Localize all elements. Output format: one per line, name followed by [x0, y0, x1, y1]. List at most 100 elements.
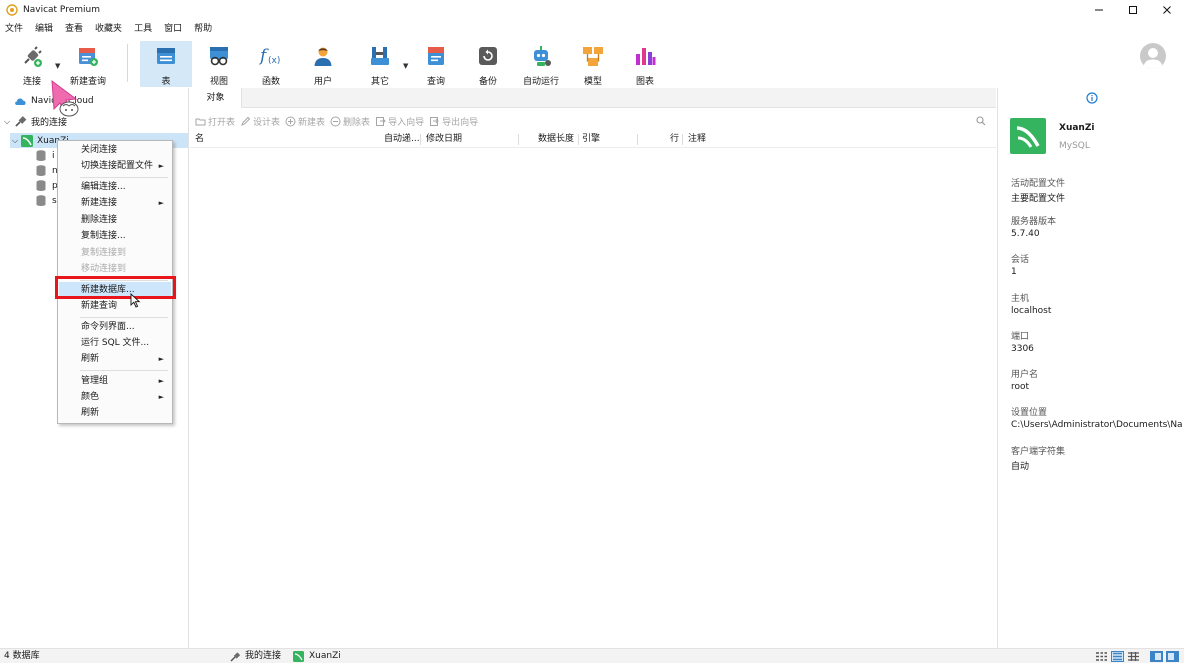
chart-button[interactable]: 图表 — [625, 41, 665, 87]
menu-window[interactable]: 窗口 — [158, 21, 188, 37]
menu-help[interactable]: 帮助 — [188, 21, 218, 37]
list-view-button[interactable] — [1111, 651, 1124, 662]
backup-button[interactable]: 备份 — [468, 41, 508, 87]
info-value-profile: 主要配置文件 — [1011, 194, 1066, 204]
design-table-label: 设计表 — [253, 117, 281, 128]
tree-item-database[interactable]: n — [36, 163, 58, 178]
info-icon[interactable] — [1086, 92, 1098, 104]
tab-objects[interactable]: 对象 — [190, 88, 242, 108]
close-icon — [1163, 5, 1171, 14]
column-data-length[interactable]: 数据长度 — [538, 131, 574, 148]
pencil-icon — [241, 116, 251, 126]
menu-file[interactable]: 文件 — [0, 21, 29, 37]
menu-item-duplicate-connection[interactable]: 复制连接... — [59, 228, 171, 244]
other-dropdown-icon[interactable]: ▼ — [403, 62, 408, 70]
menu-view[interactable]: 查看 — [59, 21, 89, 37]
svg-text:(x): (x) — [268, 56, 280, 66]
account-avatar[interactable] — [1140, 43, 1166, 69]
menu-edit[interactable]: 编辑 — [29, 21, 59, 37]
close-window-button[interactable] — [1150, 0, 1184, 19]
tools-icon — [371, 47, 389, 65]
view-label: 视图 — [209, 77, 228, 87]
other-label: 其它 — [370, 77, 389, 87]
menu-item-new-connection[interactable]: 新建连接 ► — [59, 195, 171, 211]
menu-item-refresh-submenu[interactable]: 刷新 ► — [59, 351, 171, 367]
search-icon[interactable] — [976, 116, 986, 126]
column-rows[interactable]: 行 — [670, 131, 679, 148]
toolbar-separator — [127, 44, 128, 82]
new-table-button[interactable]: 新建表 — [285, 115, 325, 128]
tree-item-database[interactable]: i — [36, 148, 55, 163]
import-wizard-button[interactable]: 导入向导 — [375, 115, 424, 128]
menu-item-close-connection[interactable]: 关闭连接 — [59, 142, 171, 158]
detail-view-button[interactable] — [1127, 651, 1140, 662]
info-label-session: 会话 — [1011, 255, 1030, 265]
backup-icon — [479, 47, 497, 65]
maximize-button[interactable] — [1116, 0, 1150, 19]
chevron-down-icon[interactable]: ⌵ — [2, 117, 12, 127]
export-icon — [430, 116, 439, 126]
cloud-icon — [15, 98, 26, 105]
status-group-label: 我的连接 — [245, 651, 282, 661]
menu-item-refresh[interactable]: 刷新 — [59, 405, 171, 421]
design-table-button[interactable]: 设计表 — [240, 115, 280, 128]
tree-item-database[interactable]: s — [36, 193, 57, 208]
menu-item-run-sql-file[interactable]: 运行 SQL 文件... — [59, 335, 171, 351]
minimize-button[interactable] — [1082, 0, 1116, 19]
connect-dropdown-icon[interactable]: ▼ — [55, 62, 60, 70]
chevron-down-icon[interactable]: ⌵ — [10, 136, 20, 146]
function-button[interactable]: f (x) 函数 — [251, 41, 291, 87]
menu-item-new-database[interactable]: 新建数据库... — [59, 282, 171, 298]
other-button[interactable]: 其它 — [360, 41, 400, 87]
grid-view-button[interactable] — [1095, 651, 1108, 662]
column-divider — [682, 134, 683, 145]
menu-favorites[interactable]: 收藏夹 — [89, 21, 128, 37]
plug-icon — [24, 46, 42, 67]
menu-item-manage-group[interactable]: 管理组 ► — [59, 373, 171, 389]
open-table-button[interactable]: 打开表 — [195, 115, 235, 128]
menu-item-delete-connection[interactable]: 删除连接 — [59, 212, 171, 228]
column-auto-increment[interactable]: 自动递... — [384, 131, 420, 148]
model-icon — [583, 47, 603, 66]
model-button[interactable]: 模型 — [573, 41, 613, 87]
column-engine[interactable]: 引擎 — [582, 131, 600, 148]
database-icon — [36, 165, 46, 176]
menu-tools[interactable]: 工具 — [128, 21, 158, 37]
navicat-logo-icon — [6, 3, 18, 16]
object-list-header: 名 自动递... 修改日期 数据长度 引擎 行 注释 — [190, 131, 996, 148]
menu-item-color[interactable]: 颜色 ► — [59, 389, 171, 405]
detail-view-icon — [1128, 652, 1139, 661]
window-controls — [1082, 0, 1184, 19]
tree-item-database[interactable]: p — [36, 178, 58, 193]
menu-item-command-line[interactable]: 命令列界面... — [59, 319, 171, 335]
submenu-arrow-icon: ► — [158, 355, 164, 363]
menu-item-label: 新建连接 — [81, 198, 118, 208]
info-value-session: 1 — [1011, 267, 1017, 277]
menu-item-edit-connection[interactable]: 编辑连接... — [59, 179, 171, 195]
user-icon — [314, 47, 332, 66]
column-name[interactable]: 名 — [195, 131, 204, 148]
menu-item-label: 命令列界面... — [81, 322, 135, 332]
automation-button[interactable]: 自动运行 — [520, 41, 562, 87]
column-comment[interactable]: 注释 — [688, 131, 706, 148]
table-label: 表 — [161, 77, 171, 87]
info-label-server-version: 服务器版本 — [1011, 217, 1057, 227]
menu-item-label: 编辑连接... — [81, 182, 126, 192]
column-modified-date[interactable]: 修改日期 — [426, 131, 462, 148]
export-wizard-button[interactable]: 导出向导 — [429, 115, 478, 128]
database-icon — [36, 150, 46, 161]
table-button[interactable]: 表 — [140, 41, 192, 87]
export-wizard-label: 导出向导 — [442, 117, 479, 128]
chart-icon — [636, 48, 656, 65]
toggle-left-pane-button[interactable] — [1150, 651, 1163, 662]
connect-button[interactable]: 连接 — [12, 41, 52, 87]
menu-item-switch-profile[interactable]: 切换连接配置文件 ► — [59, 158, 171, 174]
query-icon — [428, 47, 444, 65]
query-button[interactable]: 查询 — [416, 41, 456, 87]
user-button[interactable]: 用户 — [303, 41, 343, 87]
delete-table-button[interactable]: 删除表 — [330, 115, 370, 128]
database-icon — [36, 180, 46, 191]
view-button[interactable]: 视图 — [199, 41, 239, 87]
toggle-right-pane-button[interactable] — [1166, 651, 1179, 662]
menu-item-new-query[interactable]: 新建查询 — [59, 298, 171, 314]
